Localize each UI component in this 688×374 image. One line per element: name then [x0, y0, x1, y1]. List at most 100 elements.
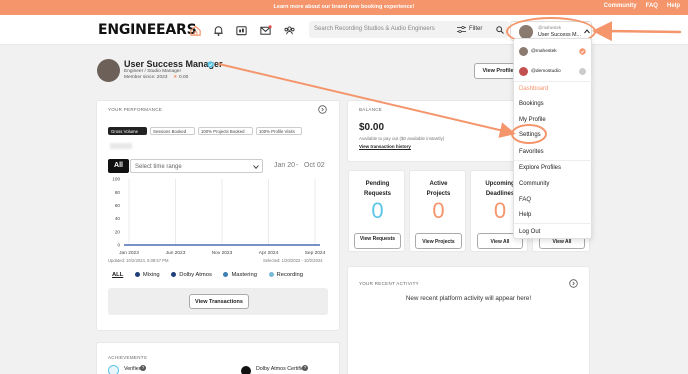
verified-badge-icon [207, 61, 214, 68]
menu-help[interactable]: Help [519, 212, 531, 218]
pill-gross-volume[interactable]: Gross Volume [108, 127, 147, 135]
menu-faq[interactable]: FAQ [519, 197, 531, 203]
divider [514, 160, 593, 161]
account-avatar [519, 67, 528, 76]
legend-dolby-atmos[interactable]: Dolby Atmos [171, 272, 212, 278]
top-link-faq[interactable]: FAQ [646, 3, 658, 9]
top-link-community[interactable]: Community [604, 3, 637, 9]
y-tick-label: 60 [115, 203, 121, 208]
view-requests-label: View Requests [359, 236, 396, 242]
legend-dot [171, 272, 177, 277]
divider [514, 223, 593, 224]
top-link-help[interactable]: Help [667, 3, 680, 9]
chart-legend: ALL Mixing Dolby Atmos Mastering Recordi… [112, 272, 303, 278]
search-icon[interactable] [496, 26, 504, 34]
x-tick-label: Apr 2024 [259, 250, 279, 256]
star-icon: ★ [173, 75, 178, 80]
chevron-right-circle-icon[interactable] [569, 279, 578, 288]
stat-label-line1: Upcoming [485, 181, 515, 187]
pill-sessions-booked[interactable]: Sessions Booked [150, 127, 195, 135]
view-all-label: View All [552, 239, 572, 245]
activity-title: YOUR RECENT ACTIVITY [359, 281, 419, 286]
view-projects-label: View Projects [422, 239, 455, 245]
legend-label: Dolby Atmos [179, 272, 212, 279]
stat-label-line2: Deadlines [485, 191, 515, 197]
promo-text[interactable]: Learn more about our brand new booking e… [0, 4, 688, 10]
achievement-dolby: Dolby Atmos Certified [256, 366, 307, 372]
filter-icon[interactable] [457, 26, 466, 33]
transaction-history-link[interactable]: View transaction history [359, 144, 411, 149]
profile-avatar [97, 59, 120, 82]
stat-label-line1: Pending [365, 181, 390, 187]
bell-icon[interactable] [212, 24, 225, 37]
rating: 0.00 [179, 75, 189, 80]
achievements-title: ACHIEVEMENTS [108, 355, 148, 360]
y-tick-label: 40 [115, 216, 121, 221]
menu-community[interactable]: Community [519, 181, 549, 187]
view-deadlines-label: View All [490, 239, 510, 245]
y-tick-label: 80 [115, 190, 121, 195]
stat-card-pending: Pending Requests 0 View Requests [348, 170, 405, 252]
radio-icon[interactable] [579, 68, 586, 75]
menu-dashboard[interactable]: Dashboard [519, 86, 548, 92]
community-icon[interactable] [283, 24, 296, 37]
legend-all[interactable]: ALL [112, 272, 123, 278]
home-icon[interactable] [189, 24, 202, 37]
help-icon[interactable]: ? [140, 365, 146, 371]
legend-recording[interactable]: Recording [268, 272, 303, 279]
view-requests-button[interactable]: View Requests [354, 233, 401, 249]
search-bar[interactable]: Search Recording Studios & Audio Enginee… [309, 21, 509, 38]
help-icon[interactable]: ? [302, 365, 308, 371]
menu-explore-profiles[interactable]: Explore Profiles [519, 165, 561, 171]
verified-achievement-icon [108, 365, 119, 374]
legend-dot [268, 272, 274, 277]
legend-label: Mastering [231, 272, 257, 279]
top-links: Community FAQ Help [604, 3, 680, 9]
pill-projects-booked[interactable]: 100% Projects Booked [198, 127, 253, 135]
time-range-placeholder: Select time range [135, 163, 182, 170]
chevron-right-circle-icon[interactable] [318, 105, 327, 114]
engineears-logo[interactable]: ENGINEEARS [98, 22, 197, 38]
stat-label-line2: Projects [426, 191, 451, 197]
chevron-down-icon [253, 164, 259, 169]
performance-chart: Jan 2023 Jun 2023 Nov 2023 Apr 2024 Sep 2024… [112, 177, 325, 256]
pill-label: 100% Projects Booked [201, 129, 245, 134]
promo-banner: Learn more about our brand new booking e… [0, 0, 688, 15]
legend-mixing[interactable]: Mixing [134, 272, 160, 278]
legend-label: Recording [276, 272, 303, 279]
view-profile-label: View Profile [482, 68, 514, 74]
legend-mastering[interactable]: Mastering [223, 272, 257, 279]
time-range-select[interactable]: Select time range [130, 159, 263, 173]
menu-favorites[interactable]: Favorites [519, 149, 544, 155]
view-transactions-button[interactable]: View Transactions [189, 294, 249, 309]
account-mahestek[interactable]: @mahestek [531, 49, 557, 54]
account-demostudio[interactable]: @demostudio [531, 69, 561, 74]
activity-empty-text: New recent platform activity will appear… [405, 295, 532, 302]
menu-bookings[interactable]: Bookings [519, 101, 544, 107]
date-end[interactable]: Oct 02 [304, 162, 325, 169]
balance-amount: $0.00 [359, 122, 385, 133]
search-input[interactable]: Search Recording Studios & Audio Enginee… [314, 26, 435, 32]
x-tick-label: Nov 2023 [212, 250, 233, 256]
x-tick-label: Jan 2023 [119, 250, 139, 256]
stat-card-active: Active Projects 0 View Projects [409, 170, 466, 252]
filter-button[interactable]: Filter [469, 26, 482, 32]
menu-log-out[interactable]: Log Out [519, 229, 540, 235]
pill-profile-visits[interactable]: 100% Profile Visits [256, 127, 302, 135]
balance-note: Available to pay out ($0 available insta… [359, 136, 445, 141]
date-separator: - [296, 162, 299, 169]
settings-highlight [511, 124, 547, 144]
legend-dot [223, 272, 229, 277]
messages-icon[interactable] [259, 24, 272, 37]
stat-label-line2: Requests [363, 191, 391, 197]
x-tick-label: Jun 2023 [166, 250, 186, 256]
all-range-button[interactable]: All [108, 159, 129, 173]
folder-icon[interactable] [235, 24, 248, 37]
menu-my-profile[interactable]: My Profile [519, 117, 546, 123]
stat-label: Active Projects [410, 179, 467, 199]
view-projects-button[interactable]: View Projects [415, 233, 462, 249]
date-start[interactable]: Jan 20 [274, 162, 295, 169]
divider [514, 81, 593, 82]
stat-label-line1: Active [429, 181, 448, 187]
member-since: Member since: 2023 [124, 75, 168, 80]
